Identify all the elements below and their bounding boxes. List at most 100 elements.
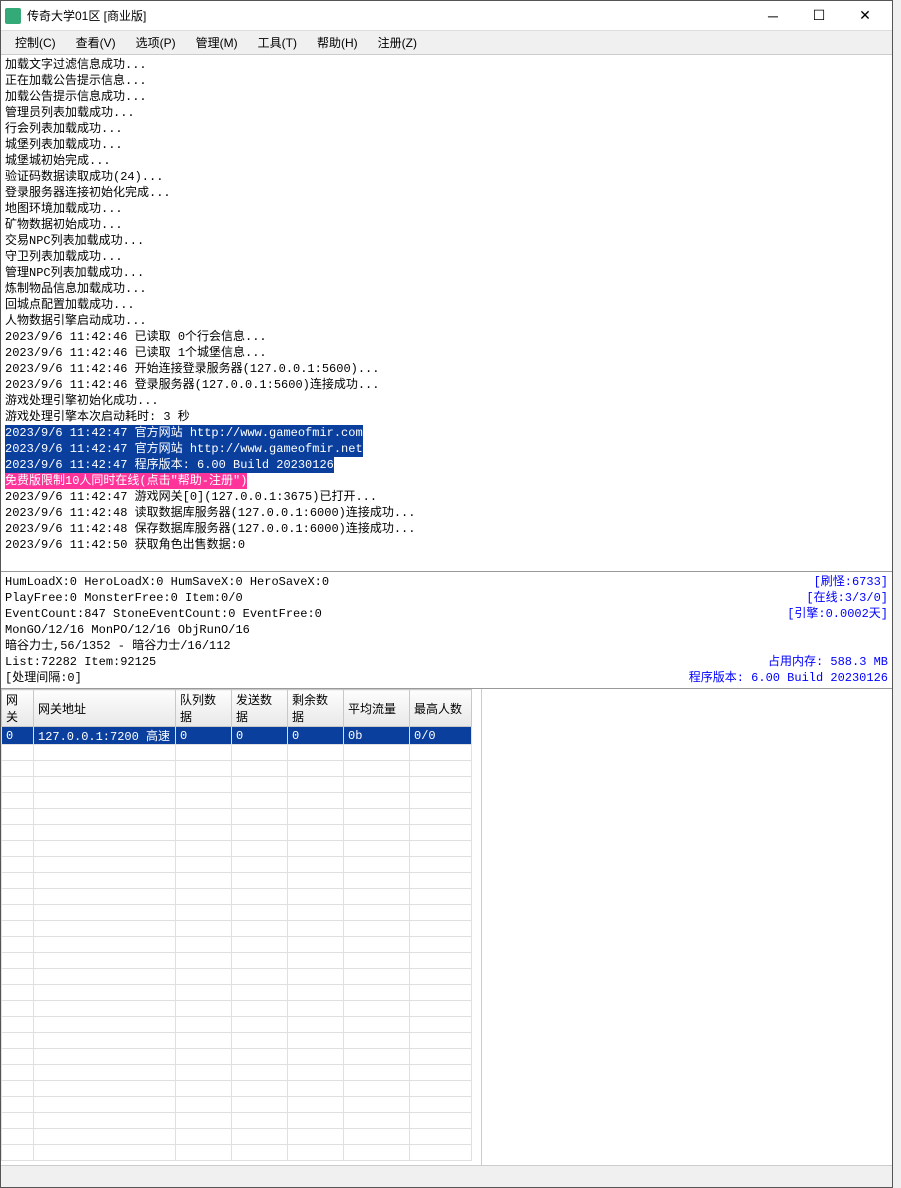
- log-line: 管理员列表加载成功...: [5, 105, 888, 121]
- log-line: 2023/9/6 11:42:47 游戏网关[0](127.0.0.1:3675…: [5, 489, 888, 505]
- col-queue[interactable]: 队列数据: [176, 690, 232, 727]
- log-line: 免费版限制10人同时在线(点击"帮助-注册"): [5, 473, 888, 489]
- stats-interval: [处理间隔:0]: [5, 670, 82, 686]
- log-line: 2023/9/6 11:42:48 读取数据库服务器(127.0.0.1:600…: [5, 505, 888, 521]
- table-row[interactable]: [2, 1081, 472, 1097]
- table-row[interactable]: 0127.0.0.1:7200 高速0000b0/0: [2, 727, 472, 745]
- table-row[interactable]: [2, 841, 472, 857]
- log-line: 炼制物品信息加载成功...: [5, 281, 888, 297]
- stats-playfree: PlayFree:0 MonsterFree:0 Item:0/0: [5, 590, 243, 606]
- log-line: 城堡列表加载成功...: [5, 137, 888, 153]
- table-row[interactable]: [2, 745, 472, 761]
- table-row[interactable]: [2, 1033, 472, 1049]
- log-line: 2023/9/6 11:42:47 程序版本: 6.00 Build 20230…: [5, 457, 888, 473]
- menu-control[interactable]: 控制(C): [5, 32, 66, 53]
- stats-engine: [引擎:0.0002天]: [787, 606, 888, 622]
- table-row[interactable]: [2, 1049, 472, 1065]
- app-icon: [5, 8, 21, 24]
- menu-view[interactable]: 查看(V): [66, 32, 126, 53]
- statusbar: [1, 1165, 892, 1187]
- log-line: 免费版限制10人同时在线(点击"帮助-注册"): [5, 473, 247, 489]
- log-line: 2023/9/6 11:42:47 官方网站 http://www.gameof…: [5, 425, 363, 441]
- gateway-pane: 网关 网关地址 队列数据 发送数据 剩余数据 平均流量 最高人数 0127.0.…: [1, 689, 892, 1165]
- stats-monster: [刷怪:6733]: [814, 574, 888, 590]
- table-row[interactable]: [2, 857, 472, 873]
- table-row[interactable]: [2, 921, 472, 937]
- close-button[interactable]: ✕: [842, 1, 888, 31]
- col-address[interactable]: 网关地址: [34, 690, 176, 727]
- gateway-table: 网关 网关地址 队列数据 发送数据 剩余数据 平均流量 最高人数 0127.0.…: [1, 689, 472, 1161]
- menu-help[interactable]: 帮助(H): [307, 32, 368, 53]
- menubar: 控制(C) 查看(V) 选项(P) 管理(M) 工具(T) 帮助(H) 注册(Z…: [1, 31, 892, 55]
- col-gateway[interactable]: 网关: [2, 690, 34, 727]
- stats-pane: HumLoadX:0 HeroLoadX:0 HumSaveX:0 HeroSa…: [1, 572, 892, 689]
- log-line: 登录服务器连接初始化完成...: [5, 185, 888, 201]
- table-row[interactable]: [2, 937, 472, 953]
- table-row[interactable]: [2, 1113, 472, 1129]
- stats-version: 程序版本: 6.00 Build 20230126: [689, 670, 888, 686]
- table-row[interactable]: [2, 985, 472, 1001]
- window-title: 传奇大学01区 [商业版]: [27, 7, 750, 24]
- log-line: 城堡城初始完成...: [5, 153, 888, 169]
- log-line: 2023/9/6 11:42:47 程序版本: 6.00 Build 20230…: [5, 457, 334, 473]
- menu-register[interactable]: 注册(Z): [368, 32, 427, 53]
- log-line: 2023/9/6 11:42:47 官方网站 http://www.gameof…: [5, 441, 363, 457]
- col-remain[interactable]: 剩余数据: [288, 690, 344, 727]
- log-line: 人物数据引擎启动成功...: [5, 313, 888, 329]
- menu-manage[interactable]: 管理(M): [186, 32, 248, 53]
- log-line: 行会列表加载成功...: [5, 121, 888, 137]
- log-line: 2023/9/6 11:42:47 官方网站 http://www.gameof…: [5, 425, 888, 441]
- log-line: 地图环境加载成功...: [5, 201, 888, 217]
- gateway-table-wrap[interactable]: 网关 网关地址 队列数据 发送数据 剩余数据 平均流量 最高人数 0127.0.…: [1, 689, 482, 1165]
- log-line: 回城点配置加载成功...: [5, 297, 888, 313]
- empty-right-pane: [482, 689, 892, 1165]
- table-row[interactable]: [2, 1017, 472, 1033]
- log-line: 交易NPC列表加载成功...: [5, 233, 888, 249]
- table-row[interactable]: [2, 1001, 472, 1017]
- col-avg[interactable]: 平均流量: [344, 690, 410, 727]
- log-pane[interactable]: 加载文字过滤信息成功...正在加载公告提示信息...加载公告提示信息成功...管…: [1, 55, 892, 572]
- log-line: 管理NPC列表加载成功...: [5, 265, 888, 281]
- window-controls: ─ ☐ ✕: [750, 1, 888, 31]
- log-line: 验证码数据读取成功(24)...: [5, 169, 888, 185]
- log-line: 2023/9/6 11:42:46 已读取 0个行会信息...: [5, 329, 888, 345]
- table-row[interactable]: [2, 1129, 472, 1145]
- menu-options[interactable]: 选项(P): [126, 32, 186, 53]
- log-line: 加载文字过滤信息成功...: [5, 57, 888, 73]
- log-line: 守卫列表加载成功...: [5, 249, 888, 265]
- stats-mongo: MonGO/12/16 MonPO/12/16 ObjRunO/16: [5, 622, 250, 638]
- col-max[interactable]: 最高人数: [410, 690, 472, 727]
- table-row[interactable]: [2, 953, 472, 969]
- menu-tools[interactable]: 工具(T): [248, 32, 307, 53]
- table-row[interactable]: [2, 761, 472, 777]
- log-line: 正在加载公告提示信息...: [5, 73, 888, 89]
- table-row[interactable]: [2, 889, 472, 905]
- log-line: 2023/9/6 11:42:48 保存数据库服务器(127.0.0.1:600…: [5, 521, 888, 537]
- table-row[interactable]: [2, 969, 472, 985]
- titlebar: 传奇大学01区 [商业版] ─ ☐ ✕: [1, 1, 892, 31]
- stats-eventcount: EventCount:847 StoneEventCount:0 EventFr…: [5, 606, 322, 622]
- table-row[interactable]: [2, 1065, 472, 1081]
- stats-humload: HumLoadX:0 HeroLoadX:0 HumSaveX:0 HeroSa…: [5, 574, 329, 590]
- table-row[interactable]: [2, 793, 472, 809]
- log-line: 加载公告提示信息成功...: [5, 89, 888, 105]
- log-line: 2023/9/6 11:42:46 已读取 1个城堡信息...: [5, 345, 888, 361]
- table-row[interactable]: [2, 1145, 472, 1161]
- table-row[interactable]: [2, 825, 472, 841]
- app-window: 传奇大学01区 [商业版] ─ ☐ ✕ 控制(C) 查看(V) 选项(P) 管理…: [0, 0, 893, 1188]
- stats-online: [在线:3/3/0]: [806, 590, 888, 606]
- log-line: 游戏处理引擎本次启动耗时: 3 秒: [5, 409, 888, 425]
- table-row[interactable]: [2, 873, 472, 889]
- table-row[interactable]: [2, 905, 472, 921]
- col-send[interactable]: 发送数据: [232, 690, 288, 727]
- minimize-button[interactable]: ─: [750, 1, 796, 31]
- table-row[interactable]: [2, 777, 472, 793]
- maximize-button[interactable]: ☐: [796, 1, 842, 31]
- table-row[interactable]: [2, 1097, 472, 1113]
- log-line: 2023/9/6 11:42:47 官方网站 http://www.gameof…: [5, 441, 888, 457]
- log-line: 2023/9/6 11:42:46 登录服务器(127.0.0.1:5600)连…: [5, 377, 888, 393]
- stats-entity: 暗谷力士,56/1352 - 暗谷力士/16/112: [5, 638, 231, 654]
- stats-memory: 占用内存: 588.3 MB: [768, 654, 888, 670]
- table-row[interactable]: [2, 809, 472, 825]
- log-line: 游戏处理引擎初始化成功...: [5, 393, 888, 409]
